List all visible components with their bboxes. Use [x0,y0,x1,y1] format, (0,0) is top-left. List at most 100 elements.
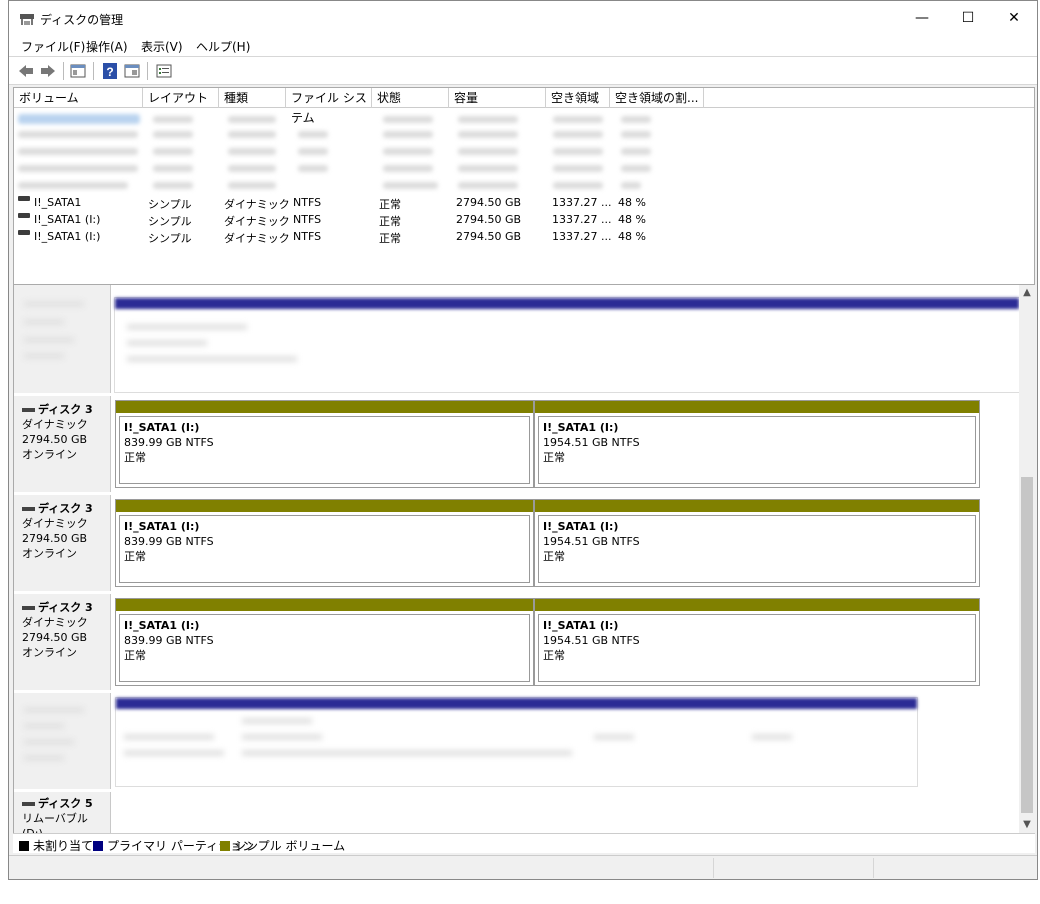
scroll-up-icon[interactable]: ▲ [1019,285,1035,301]
volume-capacity: 2794.50 GB [456,213,522,226]
partition-size: 1954.51 GB NTFS [543,634,640,647]
column-status[interactable]: 状態 [372,88,449,108]
help-icon[interactable]: ? [101,62,119,80]
partition[interactable]: I!_SATA1 (I:) 1954.51 GB NTFS 正常 [534,400,980,488]
scroll-down-icon[interactable]: ▼ [1019,817,1035,833]
properties-icon[interactable] [123,62,141,80]
partition[interactable]: I!_SATA1 (I:) 839.99 GB NTFS 正常 [115,499,534,587]
volume-name: I!_SATA1 (I:) [34,230,101,243]
legend-unallocated: 未割り当て [19,837,93,854]
volume-status: 正常 [379,198,401,211]
minimize-button[interactable]: — [899,1,945,35]
toolbar-separator [93,62,94,80]
volume-layout: シンプル [148,232,192,245]
menu-view[interactable]: 表示(V) [141,38,183,55]
disk-state: オンライン [22,646,77,659]
volume-filesystem: NTFS [293,196,322,209]
toolbar-separator [147,62,148,80]
volume-name: I!_SATA1 (I:) [34,213,101,226]
scroll-thumb[interactable] [1021,477,1033,813]
partition[interactable]: I!_SATA1 (I:) 1954.51 GB NTFS 正常 [534,598,980,686]
disk-name: ディスク 3 [38,601,93,614]
partition-name: I!_SATA1 (I:) [124,619,200,632]
partition-name: I!_SATA1 (I:) [543,520,619,533]
volume-status: 正常 [379,232,401,245]
volume-row[interactable]: I!_SATA1 シンプル ダイナミック NTFS 正常 2794.50 GB … [14,195,1034,212]
status-bar [9,855,1037,879]
partition-size: 1954.51 GB NTFS [543,436,640,449]
disk-label[interactable]: ディスク 3 ダイナミック 2794.50 GB オンライン [14,396,111,492]
simple-volume-bar [535,500,979,512]
column-filesystem[interactable]: ファイル システム [286,88,372,125]
simple-volume-bar [116,599,533,611]
volume-row[interactable]: I!_SATA1 (I:) シンプル ダイナミック NTFS 正常 2794.5… [14,229,1034,246]
column-free-percent[interactable]: 空き領域の割... [610,88,704,108]
partition-status: 正常 [124,451,146,464]
maximize-button[interactable]: ☐ [945,1,991,35]
disk-label[interactable]: ディスク 3 ダイナミック 2794.50 GB オンライン [14,495,111,591]
disk-state: オンライン [22,547,77,560]
disk-name: ディスク 3 [38,502,93,515]
checklist-icon[interactable] [155,62,173,80]
menu-action[interactable]: 操作(A) [86,38,128,55]
disk-management-icon [20,14,34,25]
disk-type: ダイナミック [22,418,88,431]
disk-state: オンライン [22,448,77,461]
column-capacity[interactable]: 容量 [449,88,546,108]
close-button[interactable]: ✕ [991,1,1037,35]
column-volume[interactable]: ボリューム [14,88,143,108]
disk-graphical-view[interactable]: ディスク 3 ダイナミック 2794.50 GB オンライン I!_SATA1 … [13,285,1019,833]
column-free-space[interactable]: 空き領域 [546,88,610,108]
redacted-disk-label [14,285,111,393]
legend-swatch [220,841,230,851]
partition-size: 839.99 GB NTFS [124,436,214,449]
volume-list[interactable]: ボリューム レイアウト 種類 ファイル システム 状態 容量 空き領域 空き領域… [13,87,1035,285]
disk-management-window: ディスクの管理 — ☐ ✕ ファイル(F) 操作(A) 表示(V) ヘルプ(H)… [8,0,1038,880]
volume-list-header: ボリューム レイアウト 種類 ファイル システム 状態 容量 空き領域 空き領域… [14,88,1034,125]
partition[interactable]: I!_SATA1 (I:) 839.99 GB NTFS 正常 [115,400,534,488]
toolbar: ? [9,57,1037,85]
simple-volume-bar [116,500,533,512]
simple-volume-bar [535,599,979,611]
menu-bar: ファイル(F) 操作(A) 表示(V) ヘルプ(H) [9,35,1037,57]
disk-label[interactable]: ディスク 3 ダイナミック 2794.50 GB オンライン [14,594,111,690]
disk-icon [22,507,35,511]
menu-help[interactable]: ヘルプ(H) [196,38,250,55]
status-cell [873,858,1033,878]
window-title: ディスクの管理 [40,13,124,27]
volume-layout: シンプル [148,198,192,211]
partition[interactable]: I!_SATA1 (I:) 839.99 GB NTFS 正常 [115,598,534,686]
volume-free-space: 1337.27 ... [552,230,612,243]
volume-free-percent: 48 % [618,196,646,209]
volume-free-percent: 48 % [618,213,646,226]
volume-row[interactable]: I!_SATA1 (I:) シンプル ダイナミック NTFS 正常 2794.5… [14,212,1034,229]
volume-capacity: 2794.50 GB [456,196,522,209]
disk-size: 2794.50 GB [22,433,88,446]
partition[interactable]: I!_SATA1 (I:) 1954.51 GB NTFS 正常 [534,499,980,587]
forward-icon[interactable] [39,62,57,80]
volume-filesystem: NTFS [293,230,322,243]
status-cell [713,858,873,878]
partition-status: 正常 [543,649,565,662]
legend-swatch [19,841,29,851]
column-layout[interactable]: レイアウト [143,88,219,108]
disk-label[interactable]: ディスク 5 リムーバブル (D:) [14,792,111,833]
simple-volume-bar [116,401,533,413]
volume-layout: シンプル [148,215,192,228]
disk-view-scrollbar[interactable]: ▲ ▼ [1019,285,1035,833]
volume-name: I!_SATA1 [34,196,82,209]
disk-size: 2794.50 GB [22,631,88,644]
back-icon[interactable] [17,62,35,80]
partition-name: I!_SATA1 (I:) [124,520,200,533]
column-type[interactable]: 種類 [219,88,286,108]
partition-name: I!_SATA1 (I:) [543,619,619,632]
disk-name: ディスク 5 [38,797,93,810]
legend-swatch [93,841,103,851]
partition-status: 正常 [543,550,565,563]
menu-file[interactable]: ファイル(F) [21,38,85,55]
disk-icon [22,606,35,610]
volume-free-space: 1337.27 ... [552,196,612,209]
title-bar: ディスクの管理 — ☐ ✕ [9,1,1037,35]
disk-size: 2794.50 GB [22,532,88,545]
console-tree-icon[interactable] [69,62,87,80]
